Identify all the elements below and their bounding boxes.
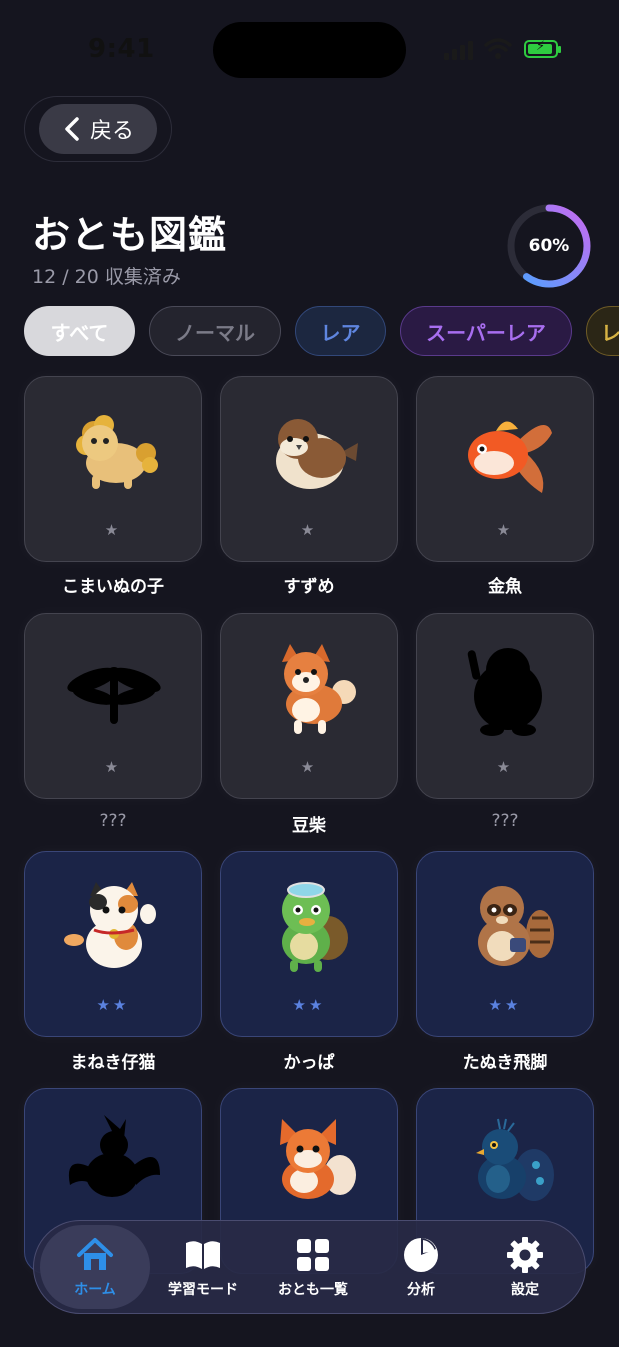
card-name: かっぱ xyxy=(283,1053,335,1073)
tab-settings[interactable]: 設定 xyxy=(470,1225,580,1309)
wifi-icon xyxy=(484,38,512,59)
tanuki-icon xyxy=(478,886,554,966)
book-icon xyxy=(186,1241,220,1269)
card-name: まねき仔猫 xyxy=(70,1053,156,1073)
collection-card-locked[interactable]: ★ xyxy=(416,613,594,799)
filter-chip-super-rare[interactable]: スーパーレア xyxy=(400,306,572,356)
card-name: ??? xyxy=(99,811,127,831)
rarity-stars: ★★ xyxy=(96,996,130,1014)
back-label: 戻る xyxy=(89,119,134,144)
card-name: 金魚 xyxy=(488,577,522,597)
rarity-stars: ★ xyxy=(300,521,318,539)
tab-label: ホーム xyxy=(74,1282,116,1298)
tab-label: 学習モード xyxy=(168,1282,238,1298)
rarity-stars: ★★ xyxy=(488,996,522,1014)
progress-ring: 60% xyxy=(506,203,592,289)
sparrow-icon xyxy=(276,419,358,489)
collection-card-kappa[interactable]: ★★ xyxy=(220,851,398,1037)
goldfish-icon xyxy=(468,421,552,493)
collection-card-sparrow[interactable]: ★ xyxy=(220,376,398,562)
tab-label: 分析 xyxy=(407,1282,435,1298)
back-button[interactable]: 戻る xyxy=(39,104,157,154)
tab-analysis[interactable]: 分析 xyxy=(366,1225,476,1309)
page-title: おとも図鑑 xyxy=(32,213,228,257)
chevron-left-icon xyxy=(65,117,79,141)
collection-card-komainu[interactable]: ★ xyxy=(24,376,202,562)
back-button-container: 戻る xyxy=(24,96,172,162)
filter-chip-legend[interactable]: レ xyxy=(586,306,619,356)
bottom-tab-bar: ホーム 学習モード おとも一覧 分析 設定 xyxy=(33,1220,586,1314)
kappa-icon xyxy=(282,882,348,972)
home-icon xyxy=(77,1238,113,1270)
card-name: たぬき飛脚 xyxy=(462,1053,548,1073)
card-name: すずめ xyxy=(283,577,335,597)
tab-study-mode[interactable]: 学習モード xyxy=(148,1225,258,1309)
card-name: 豆柴 xyxy=(292,816,326,836)
gear-icon xyxy=(507,1237,543,1273)
pie-chart-icon xyxy=(404,1238,438,1272)
status-time: 9:41 xyxy=(88,34,155,64)
rarity-stars: ★ xyxy=(496,521,514,539)
rarity-stars: ★ xyxy=(104,758,122,776)
status-bar: 9:41 ⚡ xyxy=(0,0,619,96)
bird-silhouette-icon xyxy=(68,1115,160,1197)
rarity-stars: ★★ xyxy=(292,996,326,1014)
tab-otomo-list[interactable]: おとも一覧 xyxy=(258,1225,368,1309)
rarity-stars: ★ xyxy=(300,758,318,776)
shiba-icon xyxy=(282,644,356,734)
tab-home[interactable]: ホーム xyxy=(40,1225,150,1309)
tab-label: 設定 xyxy=(511,1282,539,1298)
rarity-filter-bar: すべて ノーマル レア スーパーレア レ xyxy=(24,306,619,358)
maneki-cat-icon xyxy=(64,882,156,968)
dynamic-island xyxy=(213,22,406,78)
rarity-stars: ★ xyxy=(496,758,514,776)
penguin-silhouette-icon xyxy=(467,648,542,736)
card-name: こまいぬの子 xyxy=(62,577,164,597)
grid-icon xyxy=(297,1239,329,1271)
card-name: ??? xyxy=(491,811,519,831)
komainu-icon xyxy=(76,415,158,489)
collection-count: 12 / 20 収集済み xyxy=(32,266,181,288)
battery-icon: ⚡ xyxy=(524,39,561,58)
collection-card-shiba[interactable]: ★ xyxy=(220,613,398,799)
collection-card-locked[interactable]: ★ xyxy=(24,613,202,799)
rarity-stars: ★ xyxy=(104,521,122,539)
collection-card-maneki-cat[interactable]: ★★ xyxy=(24,851,202,1037)
collection-card-tanuki[interactable]: ★★ xyxy=(416,851,594,1037)
progress-percent: 60% xyxy=(528,236,570,256)
filter-chip-normal[interactable]: ノーマル xyxy=(149,306,281,356)
dragonfly-silhouette-icon xyxy=(67,667,161,724)
signal-icon xyxy=(444,40,474,60)
filter-chip-all[interactable]: すべて xyxy=(24,306,135,356)
collection-card-goldfish[interactable]: ★ xyxy=(416,376,594,562)
filter-chip-rare[interactable]: レア xyxy=(295,306,386,356)
fox-icon xyxy=(280,1119,356,1199)
peacock-icon xyxy=(476,1118,554,1201)
tab-label: おとも一覧 xyxy=(278,1282,348,1298)
